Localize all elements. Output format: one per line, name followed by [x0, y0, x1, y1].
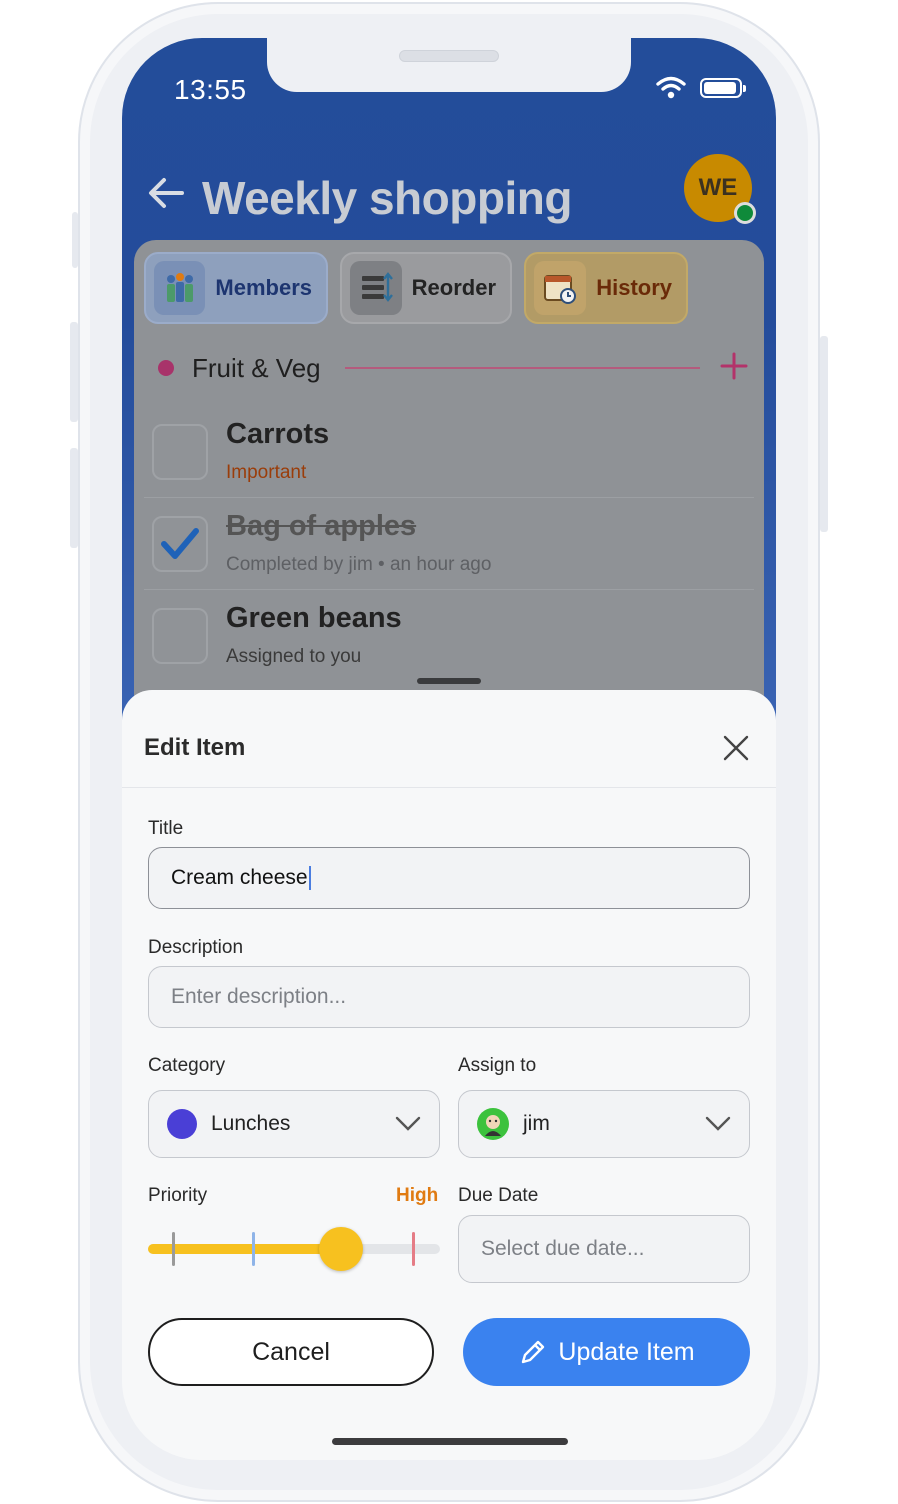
list-item[interactable]: Carrots Important [144, 406, 754, 498]
update-item-button-label: Update Item [558, 1337, 695, 1366]
online-status-dot [734, 202, 756, 224]
app-header: Weekly shopping [146, 158, 756, 238]
assignee-select[interactable]: jim [458, 1090, 750, 1158]
history-tab-label: History [596, 275, 672, 300]
checkmark-icon [161, 528, 199, 559]
assign-field-label: Assign to [458, 1055, 537, 1076]
user-avatar[interactable]: WE [684, 154, 756, 224]
speaker-grille [399, 50, 499, 62]
slider-thumb[interactable] [318, 1227, 363, 1271]
title-input[interactable]: Cream cheese [148, 847, 750, 909]
title-input-value: Cream cheese [171, 866, 308, 889]
phone-screen: 13:55 Weekly shopping WE Members Reorder… [122, 38, 776, 1460]
add-item-plus-icon[interactable] [720, 350, 748, 386]
item-title: Bag of apples [226, 510, 417, 542]
description-input[interactable]: Enter description... [148, 966, 750, 1028]
item-completion-note: Completed by jim • an hour ago [226, 554, 492, 575]
assignee-select-value: jim [523, 1112, 550, 1135]
battery-icon [700, 78, 746, 98]
pencil-icon [522, 1340, 545, 1364]
status-time: 13:55 [174, 74, 247, 105]
home-indicator [332, 1438, 568, 1445]
side-button-power [820, 336, 828, 532]
chevron-down-icon [705, 1116, 731, 1131]
history-tab[interactable]: History [524, 252, 688, 324]
update-item-button[interactable]: Update Item [463, 1318, 750, 1386]
sheet-grabber[interactable] [417, 678, 481, 684]
page-title: Weekly shopping [202, 172, 572, 224]
cancel-button-label: Cancel [252, 1337, 330, 1366]
reorder-tab-label: Reorder [411, 275, 496, 300]
item-assignment-note: Assigned to you [226, 646, 362, 667]
side-button-volume-down [70, 448, 78, 548]
category-header: Fruit & Veg [158, 348, 748, 388]
notch [267, 38, 631, 92]
chevron-down-icon [395, 1116, 421, 1131]
item-checkbox[interactable] [152, 424, 208, 480]
description-placeholder: Enter description... [171, 985, 347, 1008]
category-divider [344, 367, 700, 369]
calendar-clock-icon [534, 261, 587, 315]
list-item[interactable]: Green beans Assigned to you [144, 590, 754, 682]
people-icon [154, 261, 206, 315]
category-field-label: Category [148, 1055, 226, 1076]
category-select-value: Lunches [211, 1112, 291, 1135]
slider-tick-medium [252, 1232, 255, 1266]
item-checkbox-checked[interactable] [152, 516, 208, 572]
members-tab[interactable]: Members [144, 252, 328, 324]
item-checkbox[interactable] [152, 608, 208, 664]
reorder-icon [350, 261, 402, 315]
slider-fill [148, 1244, 341, 1254]
wifi-icon [656, 76, 686, 99]
priority-field-label: Priority [148, 1185, 208, 1206]
category-color-swatch [167, 1109, 197, 1139]
due-date-field-label: Due Date [458, 1185, 539, 1206]
action-tabs: Members Reorder History [144, 252, 688, 324]
list-item[interactable]: Bag of apples Completed by jim • an hour… [144, 498, 754, 590]
slider-tick-urgent [412, 1232, 415, 1266]
category-color-dot [158, 360, 174, 376]
category-label: Fruit & Veg [192, 352, 321, 383]
reorder-tab[interactable]: Reorder [340, 252, 512, 324]
sheet-title: Edit Item [144, 734, 246, 761]
item-priority-tag: Important [226, 462, 307, 483]
title-field-label: Title [148, 818, 184, 839]
item-title: Green beans [226, 602, 402, 634]
description-field-label: Description [148, 937, 244, 958]
slider-tick-low [172, 1232, 175, 1266]
side-button-volume-up [70, 322, 78, 422]
due-date-placeholder: Select due date... [481, 1237, 645, 1260]
status-icons [656, 76, 746, 100]
item-title: Carrots [226, 418, 330, 450]
close-icon[interactable] [722, 734, 750, 762]
phone-stage: 13:55 Weekly shopping WE Members Reorder… [0, 0, 898, 1504]
cancel-button[interactable]: Cancel [148, 1318, 434, 1386]
text-cursor [308, 866, 311, 890]
avatar-initials: WE [698, 174, 738, 201]
assignee-avatar [477, 1108, 509, 1140]
members-tab-label: Members [215, 275, 312, 300]
category-select[interactable]: Lunches [148, 1090, 440, 1158]
priority-value-label: High [396, 1185, 439, 1206]
due-date-input[interactable]: Select due date... [458, 1215, 750, 1283]
sheet-header: Edit Item [122, 690, 776, 788]
back-arrow-icon[interactable] [146, 175, 196, 221]
